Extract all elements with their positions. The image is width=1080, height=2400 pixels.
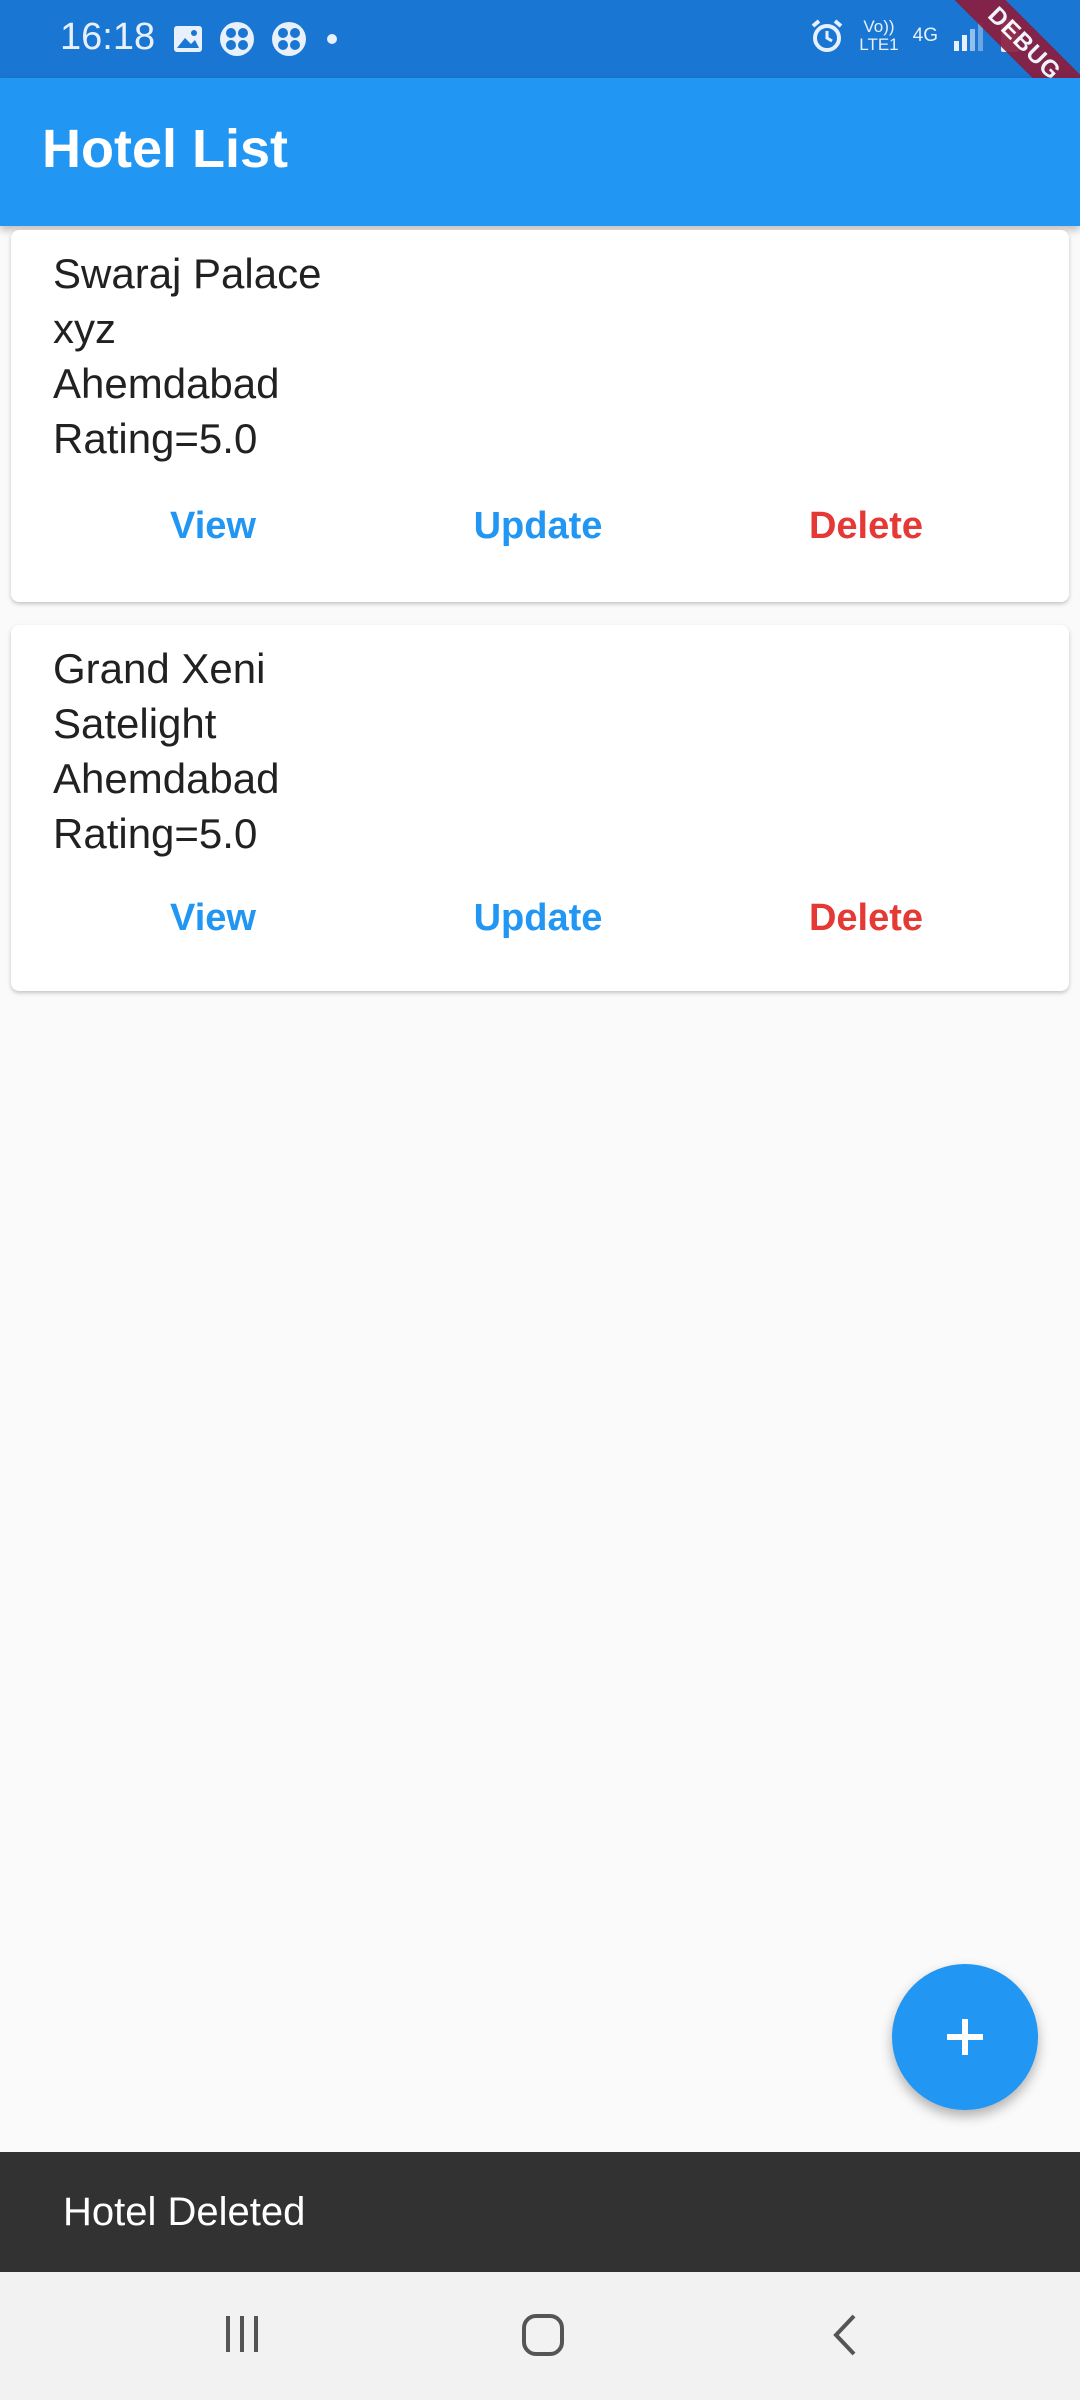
system-nav-bar [0,2272,1080,2400]
hotel-info: Grand Xeni Satelight Ahemdabad Rating=5.… [53,641,280,861]
hotel-rating: Rating=5.0 [53,415,258,462]
delete-button[interactable]: Delete [809,897,923,940]
app-bar: Hotel List [0,78,1080,226]
delete-button[interactable]: Delete [809,505,923,548]
image-icon [174,26,202,52]
recent-apps-icon[interactable] [220,2312,264,2356]
status-left-icons [172,20,342,58]
back-icon[interactable] [826,2312,866,2358]
hotel-rating: Rating=5.0 [53,810,258,857]
update-button[interactable]: Update [474,897,603,940]
plus-icon [947,2019,983,2055]
fan-icon [272,22,306,56]
home-icon[interactable] [520,2312,566,2358]
fan-icon [220,22,254,56]
view-button[interactable]: View [170,897,256,940]
hotel-address: Satelight [53,700,217,747]
hotel-city: Ahemdabad [53,360,280,407]
update-button[interactable]: Update [474,505,603,548]
status-bar: 16:18 Vo)) LTE1 4G DEBUG [0,0,1080,128]
hotel-card: Swaraj Palace xyz Ahemdabad Rating=5.0 V… [11,230,1069,602]
volte-label-bottom: LTE1 [859,35,899,54]
page-title: Hotel List [42,119,289,179]
volte-label-top: Vo)) [863,17,895,36]
hotel-city: Ahemdabad [53,755,280,802]
hotel-name: Swaraj Palace [53,250,322,297]
4g-icon: 4G [912,25,938,46]
status-time: 16:18 [60,16,156,58]
add-hotel-button[interactable] [892,1964,1038,2110]
volte-icon: Vo)) LTE1 [859,18,898,54]
view-button[interactable]: View [170,505,256,548]
snackbar-message: Hotel Deleted [63,2190,306,2234]
alarm-icon [811,19,843,52]
hotel-name: Grand Xeni [53,645,266,692]
hotel-info: Swaraj Palace xyz Ahemdabad Rating=5.0 [53,246,321,466]
hotel-address: xyz [53,305,116,352]
dot-icon [327,34,337,44]
snackbar: Hotel Deleted [0,2152,1080,2272]
hotel-card: Grand Xeni Satelight Ahemdabad Rating=5.… [11,625,1069,991]
